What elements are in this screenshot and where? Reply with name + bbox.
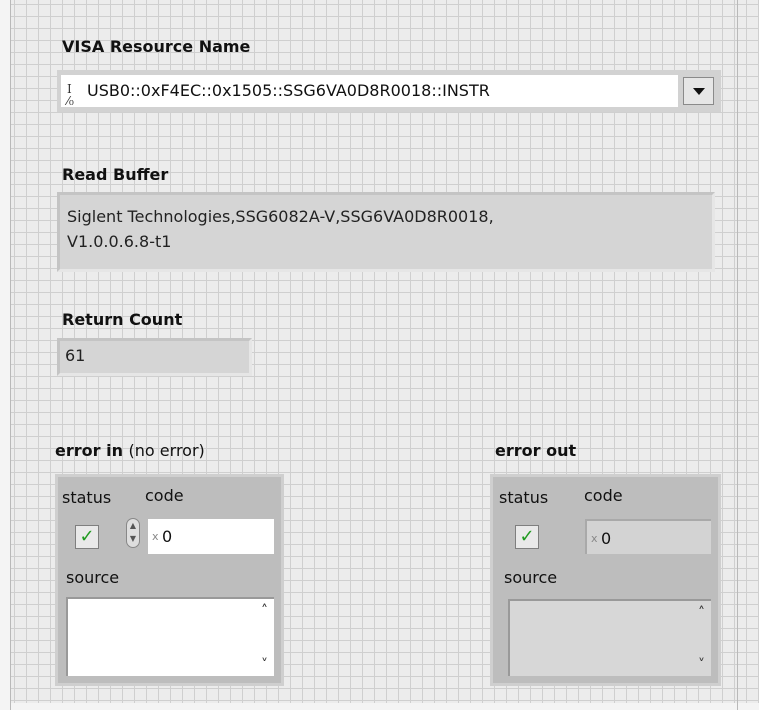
read-buffer-line-1: Siglent Technologies,SSG6082A-V,SSG6VA0D… [67, 207, 494, 226]
error-in-title: error in [55, 441, 123, 460]
error-in-cluster: status code ✓ ▲ ▼ x 0 source ˄ ˅ [55, 474, 284, 686]
read-buffer-line-2: V1.0.0.6.8-t1 [67, 232, 172, 251]
read-buffer-label: Read Buffer [62, 165, 169, 184]
check-icon: ✓ [79, 526, 95, 547]
chevron-down-icon [692, 87, 705, 95]
visa-resource-value: USB0::0xF4EC::0x1505::SSG6VA0D8R0018::IN… [87, 81, 490, 100]
visa-resource-field[interactable]: I ⁄₀ USB0::0xF4EC::0x1505::SSG6VA0D8R0018… [61, 75, 678, 107]
error-in-source-label: source [66, 568, 120, 587]
error-out-status-indicator: ✓ [515, 525, 539, 549]
error-in-code-value: 0 [162, 527, 173, 546]
error-out-label: error out [495, 441, 577, 460]
error-in-label: error in (no error) [55, 441, 205, 460]
scroll-down-icon[interactable]: ˅ [261, 658, 268, 672]
read-buffer-text: Siglent Technologies,SSG6082A-V,SSG6VA0D… [67, 204, 627, 254]
scroll-up-icon[interactable]: ˄ [698, 606, 705, 620]
panel-right-border-line [737, 0, 738, 710]
error-out-source-indicator: ˄ ˅ [508, 599, 711, 676]
panel-left-border [0, 0, 10, 710]
visa-io-icon: I ⁄₀ [67, 82, 74, 108]
error-in-code-field[interactable]: x 0 [148, 519, 274, 554]
visa-resource-name-label: VISA Resource Name [62, 37, 251, 56]
visa-resource-control[interactable]: I ⁄₀ USB0::0xF4EC::0x1505::SSG6VA0D8R0018… [57, 70, 721, 112]
scroll-up-icon[interactable]: ˄ [261, 604, 268, 618]
error-out-source-label: source [504, 568, 558, 587]
error-in-status-toggle[interactable]: ✓ [75, 525, 99, 549]
return-count-value: 61 [65, 346, 86, 365]
panel-border-line [10, 0, 11, 710]
visa-dropdown-button[interactable] [683, 77, 714, 105]
error-in-code-label: code [145, 486, 184, 505]
check-icon: ✓ [519, 526, 535, 547]
error-out-code-value: 0 [601, 529, 612, 548]
return-count-indicator: 61 [57, 338, 252, 376]
panel-bottom-border [0, 703, 759, 710]
error-out-cluster: status code ✓ x 0 source ˄ ˅ [490, 474, 721, 686]
error-out-code-indicator: x 0 [585, 519, 711, 554]
error-in-status-label: status [62, 488, 112, 507]
error-out-code-label: code [584, 486, 623, 505]
return-count-label: Return Count [62, 310, 183, 329]
error-in-code-spinner[interactable]: ▲ ▼ [126, 518, 140, 548]
error-out-status-label: status [499, 488, 549, 507]
numeric-format-icon: x [591, 532, 598, 545]
read-buffer-indicator: Siglent Technologies,SSG6082A-V,SSG6VA0D… [57, 192, 715, 272]
error-in-sublabel: (no error) [128, 441, 205, 460]
numeric-format-icon: x [152, 530, 159, 543]
scroll-down-icon[interactable]: ˅ [698, 658, 705, 672]
error-in-source-field[interactable]: ˄ ˅ [66, 597, 274, 676]
